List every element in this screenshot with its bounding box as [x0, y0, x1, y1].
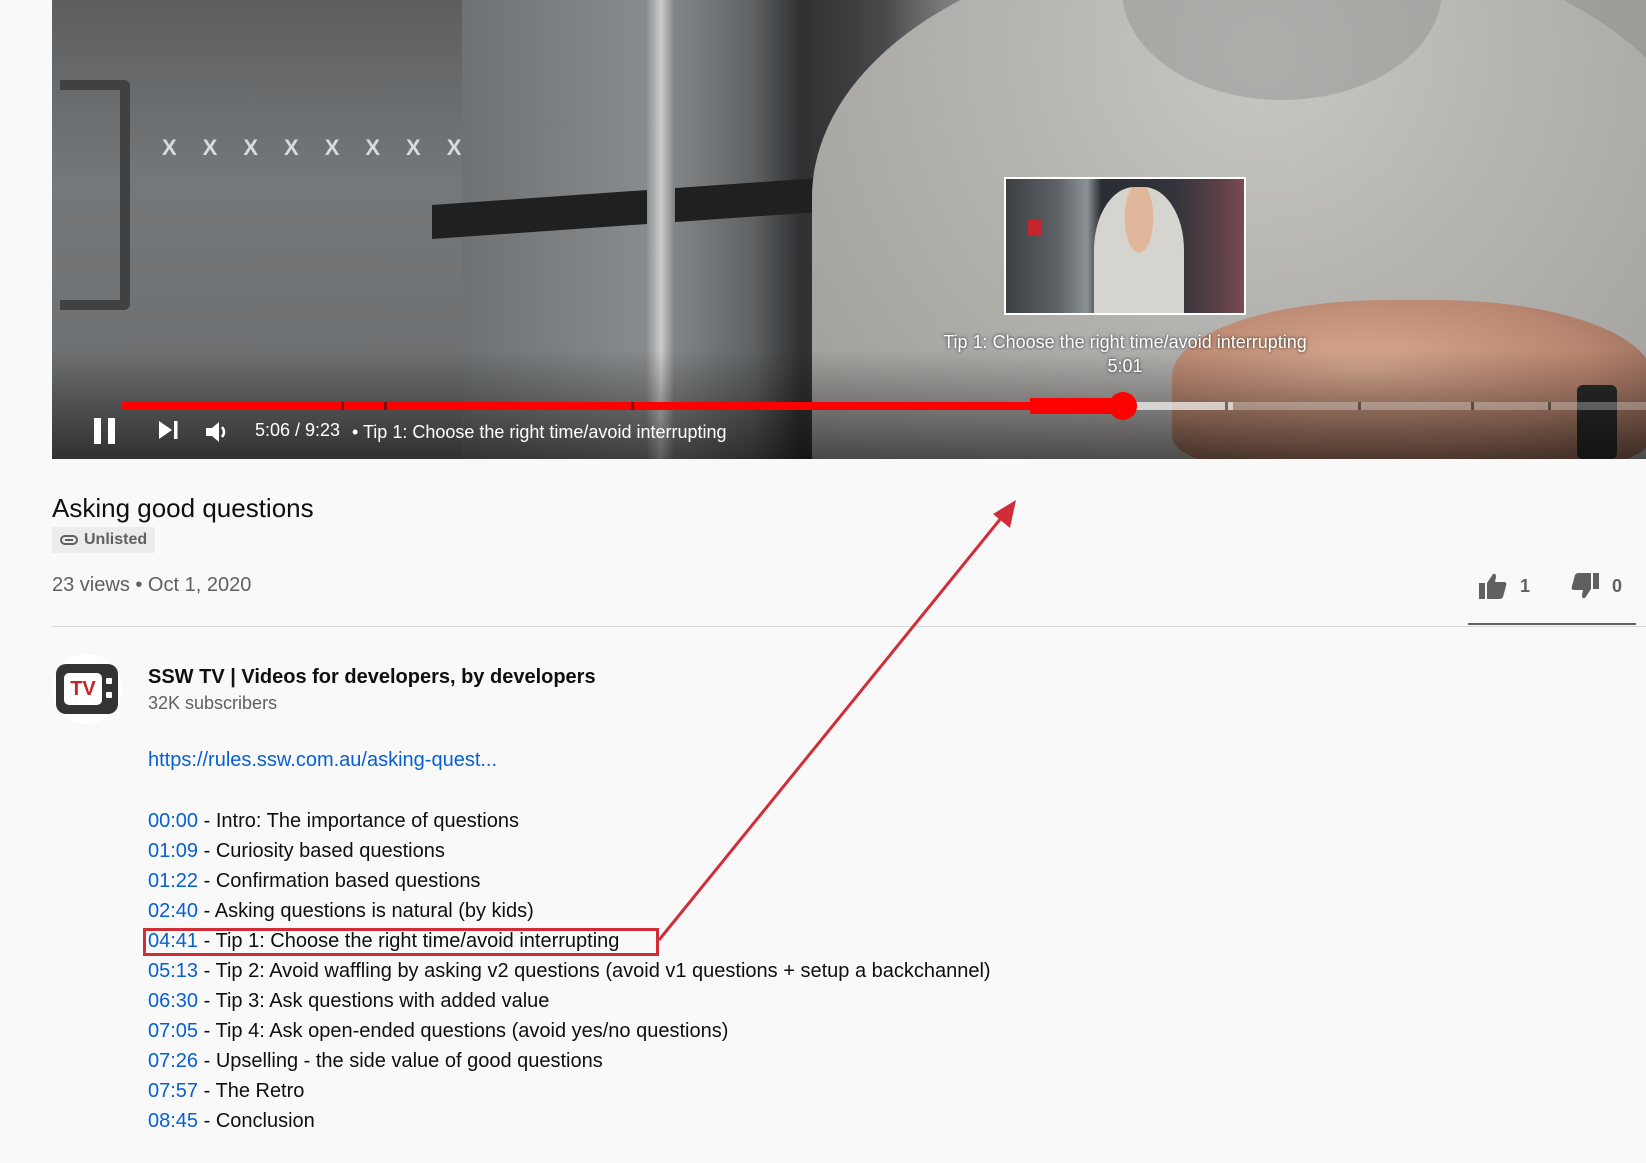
like-count: 1: [1520, 575, 1531, 596]
unlisted-badge: Unlisted: [52, 527, 156, 553]
progress-bar[interactable]: [122, 392, 1646, 420]
thumbs-up-icon: [1479, 573, 1507, 599]
dislike-button[interactable]: 0: [1570, 572, 1622, 600]
progress-played: [122, 402, 1030, 410]
link-icon: [60, 535, 78, 545]
chapter-title: - The Retro: [198, 1080, 305, 1102]
seek-preview-tooltip: Tip 1: Choose the right time/avoid inter…: [892, 330, 1358, 378]
time-display: 5:06 / 9:23: [255, 420, 341, 440]
seek-preview-time: 5:01: [1107, 356, 1143, 376]
video-frame-window-marks: XXXXXXXX: [162, 135, 488, 160]
description-link[interactable]: https://rules.ssw.com.au/asking-quest...: [148, 749, 497, 772]
chapter-timestamp-link[interactable]: 06:30: [148, 990, 198, 1012]
chapter-timestamp-link[interactable]: 08:45: [148, 1110, 198, 1132]
chapter-item: 02:40 - Asking questions is natural (by …: [148, 896, 991, 926]
chapter-timestamp-link[interactable]: 00:00: [148, 810, 198, 832]
annotation-highlight-box: [143, 928, 659, 956]
chapter-timestamp-link[interactable]: 01:22: [148, 870, 198, 892]
seek-preview-thumbnail: [1004, 177, 1246, 315]
chapter-timestamp-link[interactable]: 01:09: [148, 840, 198, 862]
chapter-item: 01:22 - Confirmation based questions: [148, 866, 991, 896]
video-title: Asking good questions: [52, 493, 314, 523]
chapter-marker: [1357, 402, 1361, 410]
chapter-item: 07:26 - Upselling - the side value of go…: [148, 1046, 991, 1076]
chapter-title: - Upselling - the side value of good que…: [198, 1050, 603, 1072]
chapter-item: 01:09 - Curiosity based questions: [148, 836, 991, 866]
like-button[interactable]: 1: [1478, 572, 1530, 600]
chapter-item: 07:05 - Tip 4: Ask open-ended questions …: [148, 1016, 991, 1046]
chapter-item: 06:30 - Tip 3: Ask questions with added …: [148, 986, 991, 1016]
chapter-marker: [1548, 402, 1552, 410]
preview-detail: [1028, 219, 1042, 235]
dislike-count: 0: [1612, 575, 1623, 596]
chapter-timestamp-link[interactable]: 07:05: [148, 1020, 198, 1042]
next-icon[interactable]: [156, 418, 180, 442]
chapter-item: 05:13 - Tip 2: Avoid waffling by asking …: [148, 956, 991, 986]
thumbs-down-icon: [1571, 573, 1599, 599]
chapter-marker: [341, 402, 345, 410]
sentiment-bar: [1468, 623, 1636, 625]
tv-logo-text: TV: [64, 673, 102, 705]
pause-icon: [94, 418, 101, 444]
chapter-timestamp-link[interactable]: 07:57: [148, 1080, 198, 1102]
chapter-list: 00:00 - Intro: The importance of questio…: [148, 806, 991, 1136]
pause-icon: [108, 418, 115, 444]
chapter-item: 08:45 - Conclusion: [148, 1106, 991, 1136]
preview-presenter: [1094, 187, 1184, 313]
tv-logo-icon: TV: [56, 664, 118, 714]
chapter-item: 00:00 - Intro: The importance of questio…: [148, 806, 991, 836]
chapter-title: - Curiosity based questions: [198, 840, 445, 862]
video-player[interactable]: XXXXXXXX Tip 1: Choose the right time/av…: [52, 0, 1646, 459]
chapter-title: - Intro: The importance of questions: [198, 810, 519, 832]
chapter-marker: [383, 402, 387, 410]
channel-name[interactable]: SSW TV | Videos for developers, by devel…: [148, 666, 596, 689]
current-chapter-button[interactable]: • Tip 1: Choose the right time/avoid int…: [352, 422, 727, 443]
volume-icon[interactable]: [204, 418, 232, 446]
chapter-title: - Tip 4: Ask open-ended questions (avoid…: [198, 1020, 729, 1042]
chapter-title: - Tip 3: Ask questions with added value: [198, 990, 550, 1012]
player-controls: 5:06 / 9:23 • Tip 1: Choose the right ti…: [52, 412, 1646, 452]
chapter-item: 07:57 - The Retro: [148, 1076, 991, 1106]
divider: [52, 626, 1646, 627]
chapter-timestamp-link[interactable]: 05:13: [148, 960, 198, 982]
tv-knob-icon: [106, 692, 112, 698]
views-and-date: 23 views • Oct 1, 2020: [52, 574, 252, 596]
tv-knob-icon: [106, 678, 112, 684]
chapter-title: - Tip 2: Avoid waffling by asking v2 que…: [198, 960, 991, 982]
chapter-marker: [631, 402, 635, 410]
pause-button[interactable]: [94, 418, 118, 444]
chapter-title: - Conclusion: [198, 1110, 315, 1132]
chapter-timestamp-link[interactable]: 07:26: [148, 1050, 198, 1072]
chapter-timestamp-link[interactable]: 02:40: [148, 900, 198, 922]
chapter-title: - Confirmation based questions: [198, 870, 481, 892]
unlisted-label: Unlisted: [84, 531, 148, 548]
channel-avatar[interactable]: TV: [52, 654, 122, 724]
chapter-marker: [1225, 402, 1229, 410]
video-frame-detail: [60, 80, 130, 310]
seek-preview-chapter: Tip 1: Choose the right time/avoid inter…: [943, 332, 1307, 352]
subscriber-count: 32K subscribers: [148, 693, 278, 713]
chapter-title: - Asking questions is natural (by kids): [198, 900, 534, 922]
chapter-marker: [1471, 402, 1475, 410]
